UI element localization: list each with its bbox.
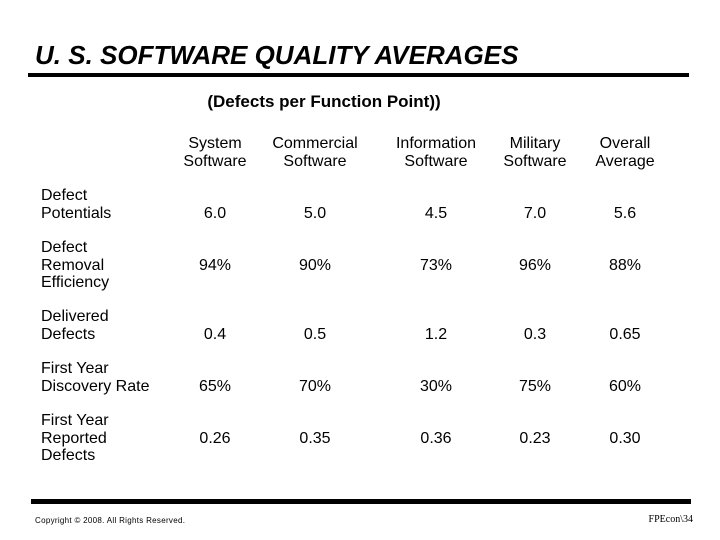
table-cell: 0.30 — [609, 430, 641, 447]
table-cell: 73% — [419, 257, 453, 274]
row-label: First Year Discovery Rate — [41, 360, 149, 395]
table-cell: 0.36 — [420, 430, 452, 447]
column-header-system: System Software — [165, 135, 265, 171]
table-cell: 75% — [518, 378, 552, 395]
row-label-line: Reported — [41, 429, 107, 447]
table-cell: 0.26 — [199, 430, 231, 447]
row-label: Defect Removal Efficiency — [41, 239, 109, 292]
row-label-line: Discovery Rate — [41, 377, 150, 395]
table-cell: 6.0 — [203, 205, 227, 222]
column-header-line: Overall — [599, 135, 651, 152]
table-cell: 70% — [298, 378, 332, 395]
row-label-line: Defects — [41, 447, 96, 464]
table-cell: 90% — [298, 257, 332, 274]
table-cell: 65% — [198, 378, 232, 395]
column-header-information: Information Software — [386, 135, 486, 171]
row-label-line: Potentials — [41, 204, 112, 222]
table-cell: 0.3 — [523, 326, 547, 343]
table-cell: 0.5 — [303, 326, 327, 343]
column-header-overall: Overall Average — [575, 135, 675, 171]
footer-divider — [31, 499, 691, 504]
slide-subtitle: (Defects per Function Point)) — [207, 92, 441, 111]
column-header-line: Software — [183, 153, 247, 170]
column-header-military: Military Software — [485, 135, 585, 171]
row-label-line: Defects — [41, 325, 96, 343]
title-divider — [28, 73, 689, 77]
column-header-line: Software — [404, 153, 468, 170]
table-cell: 4.5 — [424, 205, 448, 222]
row-label-line: First Year — [41, 360, 109, 377]
row-label-line: Defect — [41, 187, 88, 204]
row-label: Defect Potentials — [41, 187, 111, 222]
table-cell: 7.0 — [523, 205, 547, 222]
table-cell: 96% — [518, 257, 552, 274]
row-label: First Year Reported Defects — [41, 412, 109, 465]
table-cell: 1.2 — [424, 326, 448, 343]
column-header-commercial: Commercial Software — [265, 135, 365, 171]
table-cell: 60% — [608, 378, 642, 395]
column-header-line: Military — [509, 135, 561, 152]
row-label: Delivered Defects — [41, 308, 109, 343]
table-cell: 0.23 — [519, 430, 551, 447]
table-cell: 5.0 — [303, 205, 327, 222]
slide-title: U. S. SOFTWARE QUALITY AVERAGES — [35, 40, 519, 70]
column-header-line: Software — [283, 153, 347, 170]
page-reference: FPEcon\34 — [648, 514, 693, 525]
table-cell: 88% — [608, 257, 642, 274]
table-cell: 0.65 — [609, 326, 641, 343]
table-cell: 0.4 — [203, 326, 227, 343]
table-cell: 0.35 — [299, 430, 331, 447]
column-header-line: Commercial — [272, 135, 358, 152]
row-label-line: Defect — [41, 239, 88, 256]
row-label-line: First Year — [41, 412, 109, 429]
table-cell: 5.6 — [613, 205, 637, 222]
column-header-line: Software — [503, 153, 567, 170]
row-label-line: Removal — [41, 256, 105, 274]
column-header-line: Average — [595, 153, 655, 170]
table-cell: 30% — [419, 378, 453, 395]
column-header-line: System — [188, 135, 242, 152]
column-header-line: Information — [395, 135, 477, 152]
copyright-notice: Copyright © 2008. All Rights Reserved. — [35, 516, 186, 525]
row-label-line: Delivered — [41, 308, 109, 325]
row-label-line: Efficiency — [41, 274, 110, 291]
table-cell: 94% — [198, 257, 232, 274]
